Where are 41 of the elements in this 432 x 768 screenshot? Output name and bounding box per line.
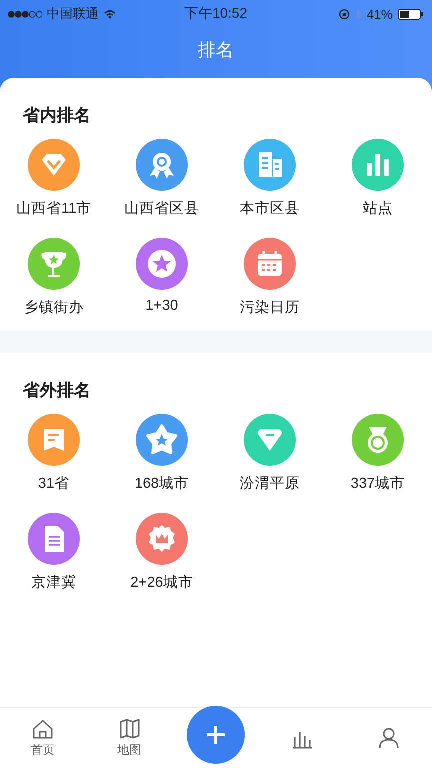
- item-label: 山西省区县: [124, 200, 200, 218]
- wifi-icon: [104, 10, 116, 18]
- bluetooth-icon: [354, 8, 362, 20]
- person-icon[interactable]: [378, 727, 400, 749]
- status-time: 下午10:52: [184, 5, 248, 23]
- plus-icon[interactable]: [205, 724, 228, 746]
- battery-percent: 41%: [366, 6, 393, 22]
- item-label: 京津冀: [32, 574, 76, 592]
- bars-icon[interactable]: [352, 139, 404, 191]
- medal-icon[interactable]: [352, 414, 404, 466]
- calendar-icon[interactable]: [244, 238, 296, 290]
- page-title: 排名: [197, 39, 235, 62]
- item-label: 2+26城市: [130, 574, 194, 592]
- note-icon[interactable]: [28, 414, 80, 466]
- item-label: 1+30: [146, 298, 178, 314]
- item-label: 337城市: [350, 474, 406, 493]
- item-label: 污染日历: [240, 298, 300, 317]
- signal-icon: [8, 10, 42, 18]
- gem-icon[interactable]: [244, 414, 296, 466]
- item-label: 31省: [38, 475, 70, 493]
- battery-icon: [398, 8, 424, 20]
- document-icon[interactable]: [28, 513, 80, 565]
- item-label: 站点: [363, 200, 393, 218]
- rotation-lock-icon: [338, 8, 350, 20]
- item-label: 山西省11市: [16, 200, 92, 218]
- tab-label[interactable]: 地图: [118, 742, 142, 758]
- map-icon[interactable]: [118, 718, 141, 740]
- carrier-name: 中国联通: [47, 5, 99, 23]
- item-label: 汾渭平原: [240, 475, 300, 493]
- item-label: 168城市: [134, 474, 190, 493]
- section-title: 省内排名: [22, 105, 92, 127]
- building-icon[interactable]: [244, 139, 296, 191]
- crown-icon[interactable]: [136, 513, 188, 565]
- home-icon[interactable]: [32, 718, 54, 740]
- section-title: 省外排名: [22, 380, 92, 402]
- item-label: 本市区县: [240, 200, 300, 218]
- star-circle-icon[interactable]: [136, 238, 188, 290]
- trophy-icon[interactable]: [28, 238, 80, 290]
- tab-label[interactable]: 首页: [31, 742, 56, 758]
- item-label: 乡镇街办: [24, 299, 84, 317]
- rosette-icon[interactable]: [136, 139, 188, 191]
